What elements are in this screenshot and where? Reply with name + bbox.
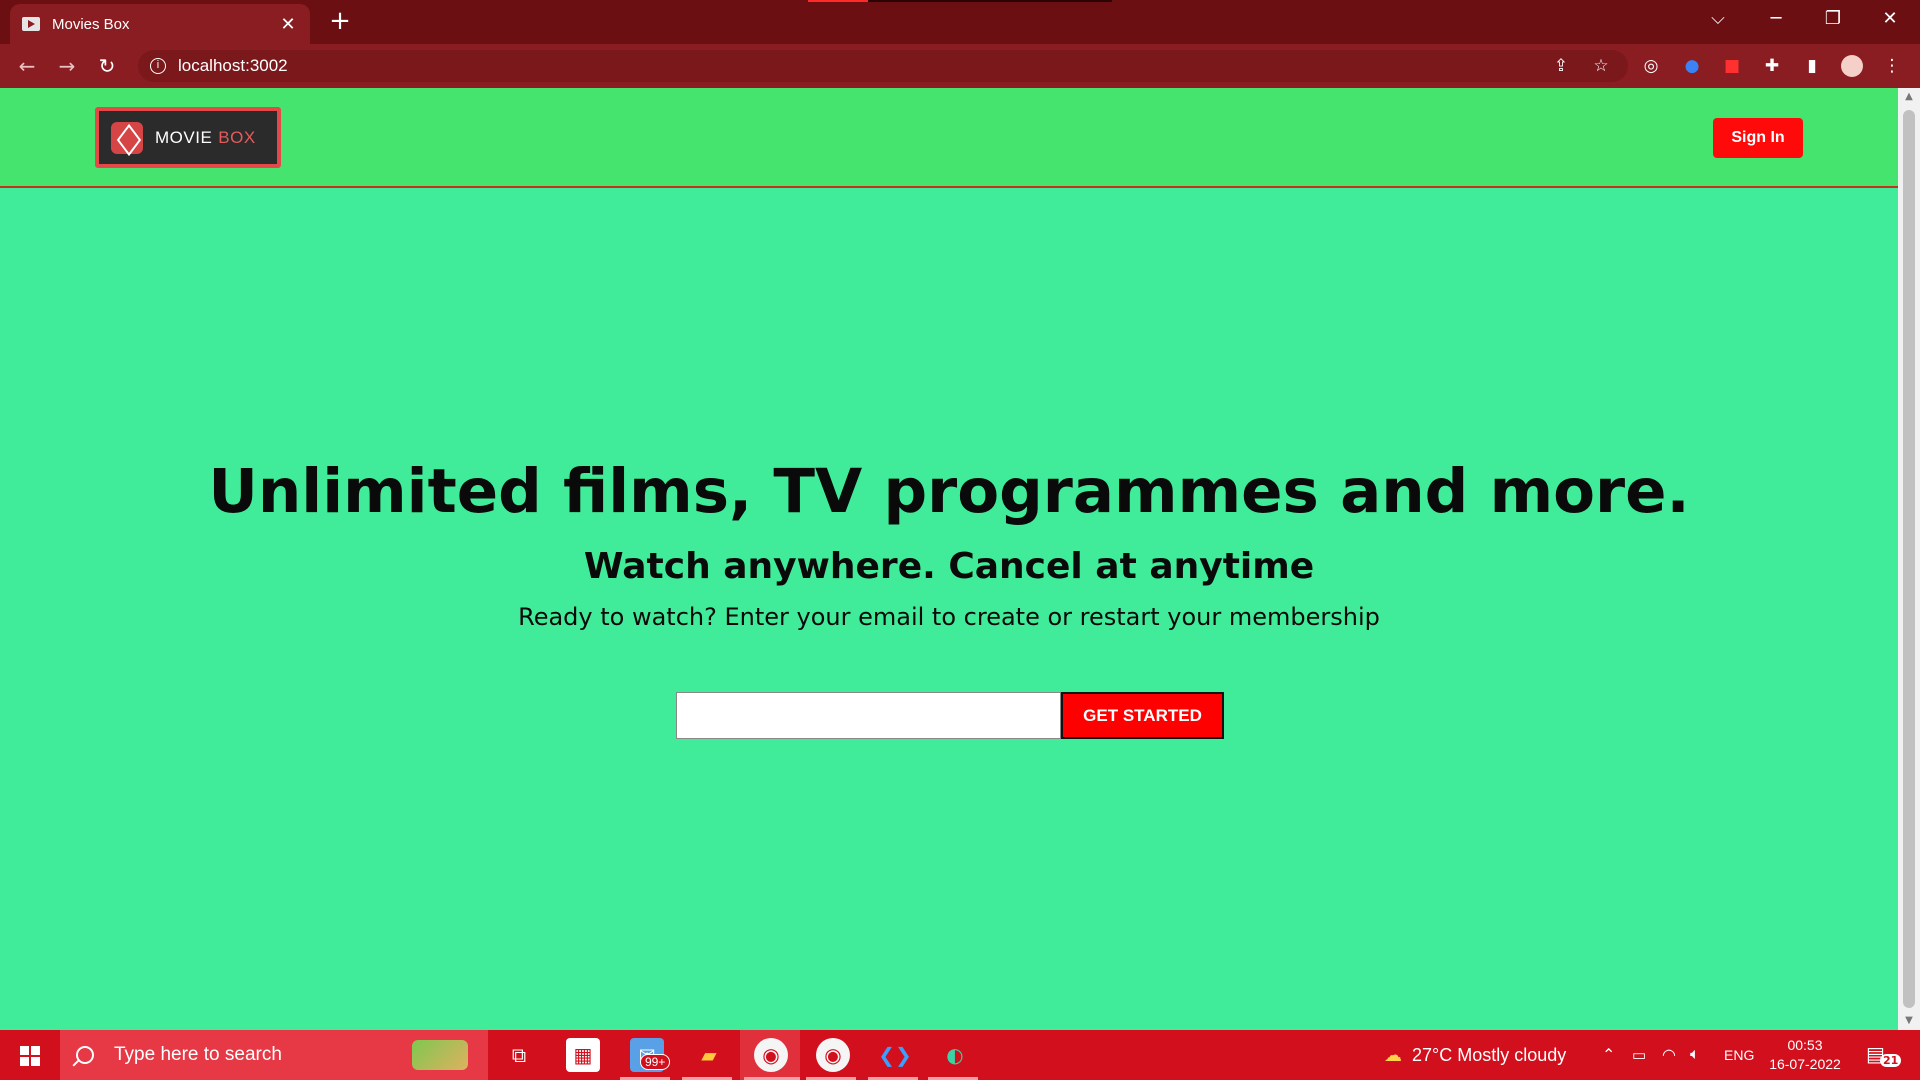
- profile-avatar[interactable]: [1841, 55, 1863, 77]
- show-hidden-icons-chevron-icon[interactable]: ⌃: [1602, 1030, 1615, 1080]
- restore-button[interactable]: ❐: [1805, 0, 1861, 40]
- start-button[interactable]: [0, 1030, 60, 1080]
- task-view-icon[interactable]: ⧉: [502, 1038, 536, 1072]
- tab-strip-accent-dark: [868, 0, 1112, 2]
- hero-subheadline: Watch anywhere. Cancel at anytime: [583, 546, 1315, 587]
- cloudy-weather-icon: ☁: [1384, 1044, 1402, 1065]
- notification-center-button[interactable]: ▤ 21: [1866, 1042, 1902, 1068]
- windows-logo-icon: [20, 1046, 40, 1066]
- hero-headline: Unlimited films, TV programmes and more.: [208, 456, 1690, 527]
- forward-arrow-icon[interactable]: →: [53, 52, 81, 80]
- movie-box-logo[interactable]: MOVIE BOX: [95, 107, 281, 168]
- browser-tab-strip: Movies Box ✕ + ⌵ ─ ❐ ✕: [0, 0, 1920, 44]
- windows-taskbar: Type here to search ⧉ ▦ ✉ 99+ ▰ ◉ ◉ ❮❯ ◐…: [0, 1030, 1920, 1080]
- page-scrollbar[interactable]: ▲ ▼: [1898, 88, 1920, 1030]
- page-viewport: MOVIE BOX Sign In Unlimited films, TV pr…: [0, 88, 1898, 1030]
- logo-word-movie: MOVIE: [155, 127, 213, 147]
- tab-strip-accent: [808, 0, 868, 2]
- scrollbar-thumb[interactable]: [1903, 110, 1915, 1008]
- edge-icon[interactable]: ◐: [938, 1038, 972, 1072]
- movie-favicon-icon: [22, 17, 40, 31]
- sign-in-button[interactable]: Sign In: [1713, 118, 1803, 158]
- file-explorer-icon[interactable]: ▰: [692, 1038, 726, 1072]
- site-header: MOVIE BOX Sign In: [0, 88, 1898, 188]
- chrome-profile-icon[interactable]: ◉: [816, 1038, 850, 1072]
- search-placeholder: Type here to search: [114, 1044, 282, 1065]
- side-panel-icon[interactable]: ▮: [1801, 55, 1823, 77]
- extension-g-icon[interactable]: ●: [1681, 55, 1703, 77]
- tab-search-chevron-icon[interactable]: ⌵: [1690, 0, 1746, 40]
- close-tab-icon[interactable]: ✕: [278, 14, 298, 35]
- close-window-button[interactable]: ✕: [1862, 0, 1918, 40]
- hero-section: Unlimited films, TV programmes and more.…: [0, 454, 1898, 632]
- taskbar-clock[interactable]: 00:53 16-07-2022: [1762, 1036, 1848, 1074]
- get-started-button[interactable]: GET STARTED: [1061, 692, 1224, 739]
- share-icon[interactable]: ⇪: [1550, 55, 1572, 77]
- email-input[interactable]: [676, 692, 1061, 739]
- search-icon: [76, 1046, 94, 1064]
- back-arrow-icon[interactable]: ←: [13, 52, 41, 80]
- browser-toolbar: ← → ↻ i localhost:3002 ⇪ ☆ ◎ ● ■ ✚ ▮ ⋮: [0, 44, 1920, 88]
- notification-count: 21: [1880, 1054, 1902, 1067]
- store-icon[interactable]: ▦: [566, 1038, 600, 1072]
- taskbar-search-box[interactable]: Type here to search: [60, 1030, 488, 1080]
- scroll-up-arrow-icon[interactable]: ▲: [1898, 88, 1920, 106]
- extensions-puzzle-icon[interactable]: ✚: [1761, 55, 1783, 77]
- site-info-icon[interactable]: i: [150, 58, 166, 74]
- volume-icon[interactable]: 🔈︎: [1690, 1030, 1700, 1080]
- address-bar[interactable]: i localhost:3002: [138, 50, 1628, 82]
- weather-widget[interactable]: ☁ 27°C Mostly cloudy: [1384, 1030, 1566, 1080]
- chrome-icon[interactable]: ◉: [754, 1038, 788, 1072]
- minimize-button[interactable]: ─: [1748, 0, 1804, 40]
- hero-prompt: Ready to watch? Enter your email to crea…: [518, 603, 1380, 631]
- extension-video-icon[interactable]: ■: [1721, 55, 1743, 77]
- weather-text: 27°C Mostly cloudy: [1412, 1044, 1567, 1065]
- search-highlight-image: [412, 1040, 468, 1070]
- clock-time: 00:53: [1787, 1037, 1823, 1053]
- mail-badge: 99+: [640, 1054, 671, 1070]
- wifi-icon[interactable]: ◠: [1662, 1030, 1676, 1080]
- url-text: localhost:3002: [178, 56, 288, 75]
- browser-tab[interactable]: Movies Box ✕: [10, 4, 310, 44]
- bookmark-star-icon[interactable]: ☆: [1590, 55, 1612, 77]
- browser-menu-icon[interactable]: ⋮: [1881, 55, 1903, 77]
- cube-logo-icon: [111, 121, 143, 154]
- language-indicator[interactable]: ENG: [1724, 1030, 1754, 1080]
- reload-icon[interactable]: ↻: [93, 52, 121, 80]
- vscode-icon[interactable]: ❮❯: [878, 1038, 912, 1072]
- logo-word-box: BOX: [218, 127, 256, 147]
- scroll-down-arrow-icon[interactable]: ▼: [1898, 1012, 1920, 1030]
- new-tab-button[interactable]: +: [326, 6, 354, 36]
- battery-icon[interactable]: ▭: [1632, 1030, 1646, 1080]
- tab-title: Movies Box: [52, 15, 130, 33]
- extension-glasses-icon[interactable]: ◎: [1640, 55, 1662, 77]
- email-signup-form: GET STARTED: [676, 692, 1224, 739]
- clock-date: 16-07-2022: [1769, 1056, 1841, 1072]
